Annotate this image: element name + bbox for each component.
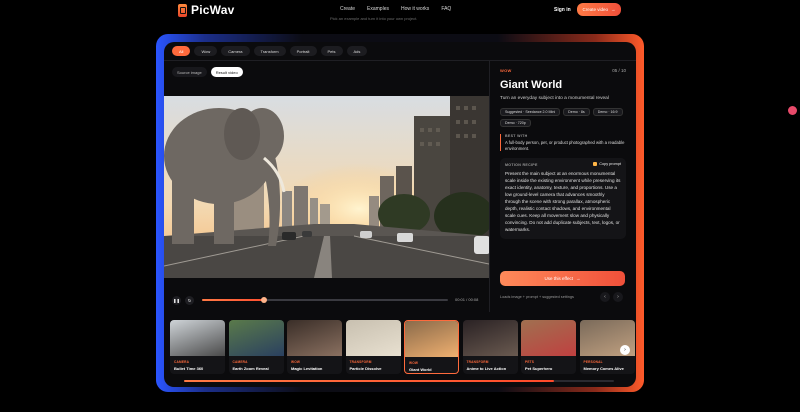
thumbnail-title: Particle Dissolve bbox=[349, 366, 382, 371]
create-video-label: Create video bbox=[582, 7, 608, 12]
best-with-label: BEST WITH bbox=[505, 134, 528, 138]
video-frame-image bbox=[164, 96, 489, 278]
strip-scroll-progress[interactable] bbox=[184, 380, 614, 382]
thumbnail-category: PETS bbox=[525, 360, 535, 364]
thumbnail-image bbox=[462, 320, 518, 356]
nav-link-faq[interactable]: FAQ bbox=[441, 6, 451, 12]
source-result-toggle: Source image Result video bbox=[172, 67, 243, 77]
thumbnail-category: CAMERA bbox=[232, 360, 248, 364]
effect-thumbnail[interactable]: TRANSFORM Particle Dissolve bbox=[345, 320, 401, 374]
best-with-text: A full-body person, pet, or product phot… bbox=[505, 140, 625, 151]
strip-scroll-fill bbox=[184, 380, 554, 382]
seek-handle[interactable] bbox=[260, 297, 267, 303]
thumbnail-category: WOW bbox=[291, 360, 301, 364]
video-timecode: 00:01 / 00:08 bbox=[455, 297, 479, 302]
thumbnail-title: Pet Superhero bbox=[525, 366, 553, 371]
thumbnail-category: TRANSFORM bbox=[466, 360, 489, 364]
copy-prompt-label: Copy prompt bbox=[599, 162, 621, 166]
copy-prompt-button[interactable]: Copy prompt bbox=[593, 162, 621, 166]
effect-thumbnail[interactable]: WOW Magic Levitation bbox=[287, 320, 342, 374]
thumbnail-title: Bullet Time 360 bbox=[174, 366, 204, 371]
effect-thumbnail[interactable]: CAMERA Earth Zoom Reveal bbox=[228, 320, 284, 374]
thumbnail-title: Magic Levitation bbox=[291, 366, 323, 371]
replay-icon[interactable]: ↻ bbox=[185, 295, 194, 305]
brand-logo[interactable]: PicWav bbox=[178, 3, 234, 17]
tab-camera[interactable]: Camera bbox=[221, 46, 250, 56]
effect-thumbnail[interactable]: TRANSFORM Anime to Live Action bbox=[462, 320, 518, 374]
tab-ads[interactable]: Ads bbox=[346, 46, 368, 56]
thumbnail-image bbox=[405, 321, 458, 357]
use-this-effect-button[interactable]: Use this effect → bbox=[500, 271, 625, 286]
tab-wow[interactable]: Wow bbox=[194, 46, 218, 56]
seek-fill bbox=[202, 299, 264, 301]
motion-recipe-box: MOTION RECIPE Copy prompt Present the ma… bbox=[500, 158, 626, 239]
logo-icon bbox=[178, 3, 187, 17]
thumbnail-title: Giant World bbox=[409, 367, 432, 372]
thumbnail-image bbox=[345, 320, 401, 356]
effect-pager: ‹ › bbox=[600, 292, 623, 302]
pause-icon[interactable]: ❚❚ bbox=[172, 295, 181, 305]
effect-subtitle: Turn an everyday subject into a monument… bbox=[500, 96, 609, 101]
thumbnail-image bbox=[170, 320, 225, 356]
thumbnail-title: Memory Comes Alive bbox=[583, 366, 624, 371]
divider bbox=[489, 60, 490, 312]
thumbnail-image bbox=[228, 320, 284, 356]
video-seek-bar[interactable] bbox=[202, 297, 448, 303]
tab-pets[interactable]: Pets bbox=[320, 46, 343, 56]
arrow-right-icon: → bbox=[611, 7, 616, 12]
signin-link[interactable]: Sign in bbox=[554, 7, 571, 13]
loads-info-text: Loads image + prompt + suggested setting… bbox=[500, 295, 574, 299]
chip-aspect: Demo · 16:9 bbox=[592, 108, 623, 116]
divider bbox=[164, 60, 636, 61]
result-video[interactable] bbox=[164, 96, 489, 278]
thumbnail-category: TRANSFORM bbox=[349, 360, 372, 364]
chip-resolution: Demo · 720p bbox=[500, 119, 531, 127]
effect-category: WOW bbox=[500, 68, 512, 73]
nav-links: Create Examples How it works FAQ bbox=[340, 6, 451, 12]
effect-settings-chips: Suggested · Seedance 2.0 Mini Demo · 8s … bbox=[500, 108, 626, 127]
result-video-toggle[interactable]: Result video bbox=[210, 67, 243, 77]
thumbnail-image bbox=[521, 320, 576, 356]
thumbnail-title: Earth Zoom Reveal bbox=[232, 366, 269, 371]
nav-link-how-it-works[interactable]: How it works bbox=[401, 6, 429, 12]
thumbnail-title: Anime to Live Action bbox=[466, 366, 507, 371]
effect-title: Giant World bbox=[500, 79, 563, 91]
effect-details: WOW 05 / 10 Giant World Turn an everyday… bbox=[500, 68, 626, 239]
source-image-toggle[interactable]: Source image bbox=[172, 67, 207, 77]
chip-model: Suggested · Seedance 2.0 Mini bbox=[500, 108, 561, 116]
thumbnail-image bbox=[287, 320, 342, 356]
nav-link-create[interactable]: Create bbox=[340, 6, 355, 12]
effect-thumbnail[interactable]: PETS Pet Superhero bbox=[521, 320, 576, 374]
arrow-right-icon: → bbox=[575, 276, 581, 281]
copy-icon bbox=[593, 162, 598, 166]
effect-thumbnail[interactable]: WOW Giant World bbox=[404, 320, 459, 374]
tagline: Pick an example and turn it into your ow… bbox=[330, 16, 418, 21]
use-effect-label: Use this effect bbox=[544, 276, 573, 281]
chevron-left-icon[interactable]: ‹ bbox=[600, 292, 610, 302]
video-controls: ❚❚ ↻ 00:01 / 00:08 bbox=[172, 294, 482, 306]
tab-all[interactable]: All bbox=[172, 46, 191, 56]
strip-next-chevron-icon[interactable]: › bbox=[620, 345, 630, 355]
thumbnail-category: PERSONAL bbox=[583, 360, 603, 364]
tab-portrait[interactable]: Portrait bbox=[289, 46, 317, 56]
effect-counter: 05 / 10 bbox=[612, 68, 626, 73]
brand-name: PicWav bbox=[191, 3, 235, 17]
thumbnail-category: CAMERA bbox=[174, 360, 190, 364]
thumbnail-category: WOW bbox=[409, 361, 419, 365]
create-video-button[interactable]: Create video → bbox=[577, 3, 621, 16]
chevron-right-icon[interactable]: › bbox=[613, 292, 623, 302]
nav-link-examples[interactable]: Examples bbox=[367, 6, 389, 12]
tab-transform[interactable]: Transform bbox=[253, 46, 286, 56]
floating-help-icon[interactable] bbox=[788, 106, 797, 115]
best-with-section: BEST WITH A full-body person, pet, or pr… bbox=[500, 134, 626, 151]
motion-recipe-text: Present the main subject at an enormous … bbox=[505, 171, 621, 232]
chip-duration: Demo · 8s bbox=[563, 108, 590, 116]
effect-thumbnail[interactable]: CAMERA Bullet Time 360 bbox=[170, 320, 225, 374]
effect-showcase-card: All Wow Camera Transform Portrait Pets A… bbox=[164, 42, 636, 387]
effect-thumbnail-strip: CAMERA Bullet Time 360 CAMERA Earth Zoom Re… bbox=[170, 320, 636, 376]
filter-tabs: All Wow Camera Transform Portrait Pets A… bbox=[172, 46, 368, 56]
